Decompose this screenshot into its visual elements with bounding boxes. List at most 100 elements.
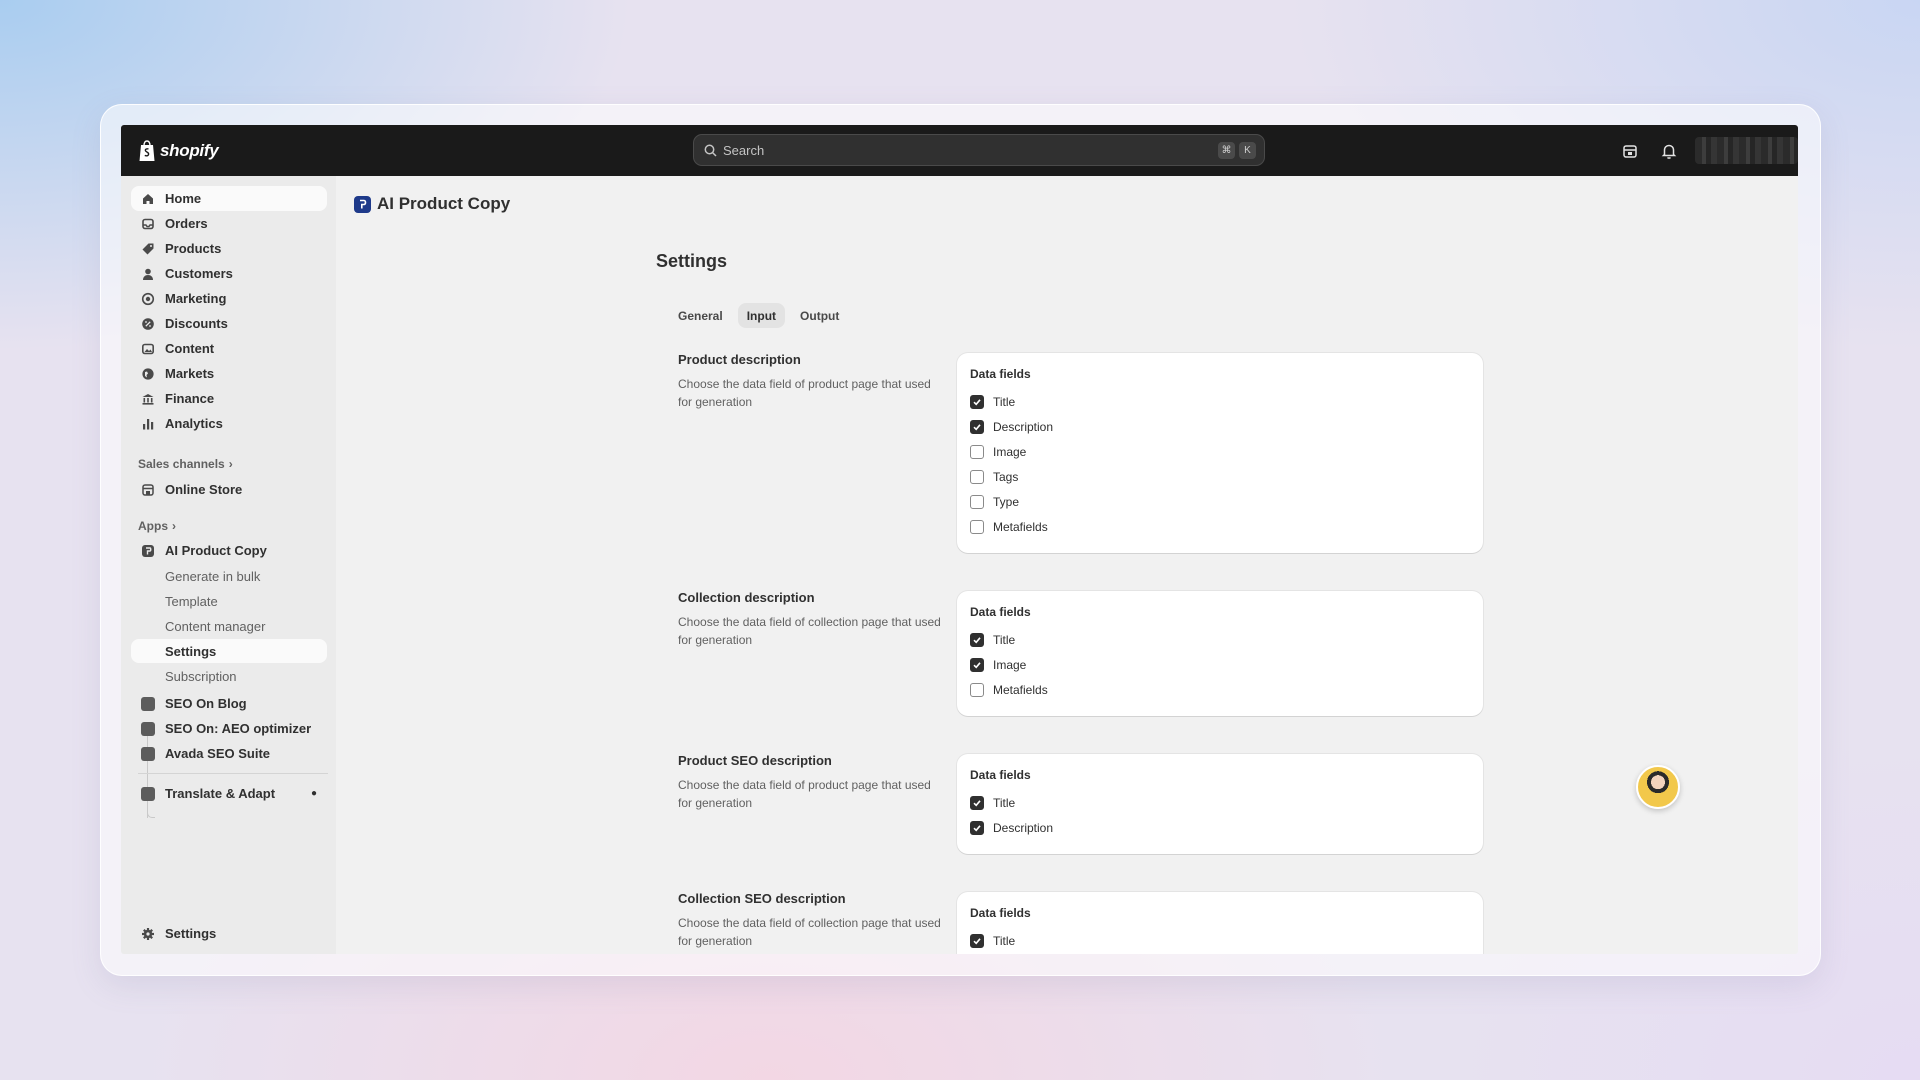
checkbox-metafields[interactable]: Metafields xyxy=(970,514,1470,539)
checkbox-image[interactable]: Image xyxy=(970,652,1470,677)
sidebar-item-orders[interactable]: Orders xyxy=(131,211,327,236)
sidebar-subitem-subscription[interactable]: Subscription xyxy=(131,664,327,688)
sidebar-item-online-store[interactable]: Online Store xyxy=(131,477,327,502)
sidebar-item-label: SEO On Blog xyxy=(165,696,247,711)
checkbox-unchecked-icon[interactable] xyxy=(970,469,984,484)
checkbox-checked-icon[interactable] xyxy=(970,394,984,409)
sidebar-subitem-settings[interactable]: Settings xyxy=(131,639,327,663)
checkbox-label: Metafields xyxy=(993,519,1048,534)
sidebar-item-finance[interactable]: Finance xyxy=(131,386,327,411)
shopify-bag-icon xyxy=(139,139,155,161)
avada-app-icon xyxy=(141,746,155,761)
checkbox-checked-icon[interactable] xyxy=(970,657,984,672)
data-fields-card: Data fields Title Image Metafields xyxy=(957,591,1483,716)
app-title: AI Product Copy xyxy=(377,194,511,213)
image-icon xyxy=(141,342,155,356)
bar-chart-icon xyxy=(141,417,155,431)
tab-output[interactable]: Output xyxy=(791,303,848,328)
sidebar-item-label: Markets xyxy=(165,366,215,381)
sidebar: Home Orders Products Customers Marketing… xyxy=(121,176,336,954)
sidebar-item-seo-on-aeo[interactable]: SEO On: AEO optimizer xyxy=(131,716,327,741)
sidebar-item-avada-seo[interactable]: Avada SEO Suite xyxy=(131,741,327,766)
bank-icon xyxy=(141,392,155,406)
apps-label: Apps xyxy=(138,519,168,533)
checkbox-label: Image xyxy=(993,657,1027,672)
sidebar-item-label: Settings xyxy=(165,926,217,941)
bell-icon[interactable] xyxy=(1660,142,1678,160)
search-input[interactable]: Search ⌘ K xyxy=(693,134,1265,166)
tab-input[interactable]: Input xyxy=(737,303,786,328)
data-fields-card: Data fields Title xyxy=(957,892,1483,954)
sidebar-subitem-generate-in-bulk[interactable]: Generate in bulk xyxy=(131,564,327,588)
checkbox-type[interactable]: Type xyxy=(970,489,1470,514)
checkbox-metafields[interactable]: Metafields xyxy=(970,677,1470,702)
checkbox-unchecked-icon[interactable] xyxy=(970,682,984,697)
checkbox-checked-icon[interactable] xyxy=(970,419,984,434)
sidebar-item-label: Products xyxy=(165,241,222,256)
checkbox-image[interactable]: Image xyxy=(970,439,1470,464)
sidebar-item-products[interactable]: Products xyxy=(131,236,327,261)
data-fields-card: Data fields Title Description xyxy=(957,754,1483,854)
shopify-wordmark: shopify xyxy=(160,140,219,160)
sales-channels-label: Sales channels xyxy=(138,457,225,471)
checkbox-title[interactable]: Title xyxy=(970,928,1470,953)
search-shortcut: ⌘ K xyxy=(1218,142,1256,159)
sidebar-item-discounts[interactable]: Discounts xyxy=(131,311,327,336)
support-chat-avatar[interactable] xyxy=(1636,765,1680,809)
sales-channels-header[interactable]: Sales channels › xyxy=(138,457,233,471)
sidebar-item-label: Avada SEO Suite xyxy=(165,746,270,761)
checkbox-title[interactable]: Title xyxy=(970,627,1470,652)
sidebar-item-label: Discounts xyxy=(165,316,228,331)
shopify-admin-window: shopify Search ⌘ K Home Orders Products … xyxy=(121,125,1798,954)
sidebar-item-markets[interactable]: Markets xyxy=(131,361,327,386)
k-key: K xyxy=(1239,142,1256,159)
inbox-icon xyxy=(141,217,155,231)
seo-aeo-app-icon xyxy=(141,721,155,736)
checkbox-title[interactable]: Title xyxy=(970,389,1470,414)
apps-header[interactable]: Apps › xyxy=(138,519,176,533)
tab-general[interactable]: General xyxy=(669,303,732,328)
sidebar-item-customers[interactable]: Customers xyxy=(131,261,327,286)
sidebar-subitem-content-manager[interactable]: Content manager xyxy=(131,614,327,638)
sidebar-item-content[interactable]: Content xyxy=(131,336,327,361)
sidebar-item-settings[interactable]: Settings xyxy=(131,921,327,946)
checkbox-label: Description xyxy=(993,820,1054,835)
checkbox-description[interactable]: Description xyxy=(970,815,1470,840)
shopify-logo[interactable]: shopify xyxy=(138,139,219,162)
discount-icon xyxy=(141,317,155,331)
sidebar-item-label: Online Store xyxy=(165,482,243,497)
checkbox-tags[interactable]: Tags xyxy=(970,464,1470,489)
sidebar-subitem-template[interactable]: Template xyxy=(131,589,327,613)
target-icon xyxy=(141,292,155,306)
account-menu[interactable] xyxy=(1695,137,1798,164)
more-dot-icon: ● xyxy=(310,788,317,799)
section-title: Product SEO description xyxy=(678,753,832,768)
sidebar-item-analytics[interactable]: Analytics xyxy=(131,411,327,436)
sidebar-item-translate-adapt[interactable]: Translate & Adapt ● xyxy=(131,781,327,806)
checkbox-unchecked-icon[interactable] xyxy=(970,519,984,534)
sidebar-item-ai-product-copy[interactable]: AI Product Copy xyxy=(131,538,327,563)
checkbox-unchecked-icon[interactable] xyxy=(970,494,984,509)
section-title: Collection description xyxy=(678,590,815,605)
checkbox-checked-icon[interactable] xyxy=(970,632,984,647)
checkbox-label: Title xyxy=(993,795,1016,810)
checkbox-title[interactable]: Title xyxy=(970,790,1470,815)
sidebar-item-label: Content xyxy=(165,341,215,356)
data-fields-card: Data fields Title Description Image Tags… xyxy=(957,353,1483,553)
sidebar-item-seo-on-blog[interactable]: SEO On Blog xyxy=(131,691,327,716)
store-icon[interactable] xyxy=(1621,142,1639,160)
sidebar-item-marketing[interactable]: Marketing xyxy=(131,286,327,311)
sidebar-item-label: Customers xyxy=(165,266,233,281)
checkbox-checked-icon[interactable] xyxy=(970,933,984,948)
checkbox-description[interactable]: Description xyxy=(970,414,1470,439)
sidebar-divider xyxy=(138,773,328,774)
seo-on-blog-app-icon xyxy=(141,696,155,711)
checkbox-checked-icon[interactable] xyxy=(970,820,984,835)
section-title: Product description xyxy=(678,352,801,367)
card-title: Data fields xyxy=(970,367,1031,381)
sidebar-item-label: Marketing xyxy=(165,291,227,306)
sidebar-item-home[interactable]: Home xyxy=(131,186,327,211)
checkbox-unchecked-icon[interactable] xyxy=(970,444,984,459)
checkbox-checked-icon[interactable] xyxy=(970,795,984,810)
page-title: Settings xyxy=(656,251,728,271)
